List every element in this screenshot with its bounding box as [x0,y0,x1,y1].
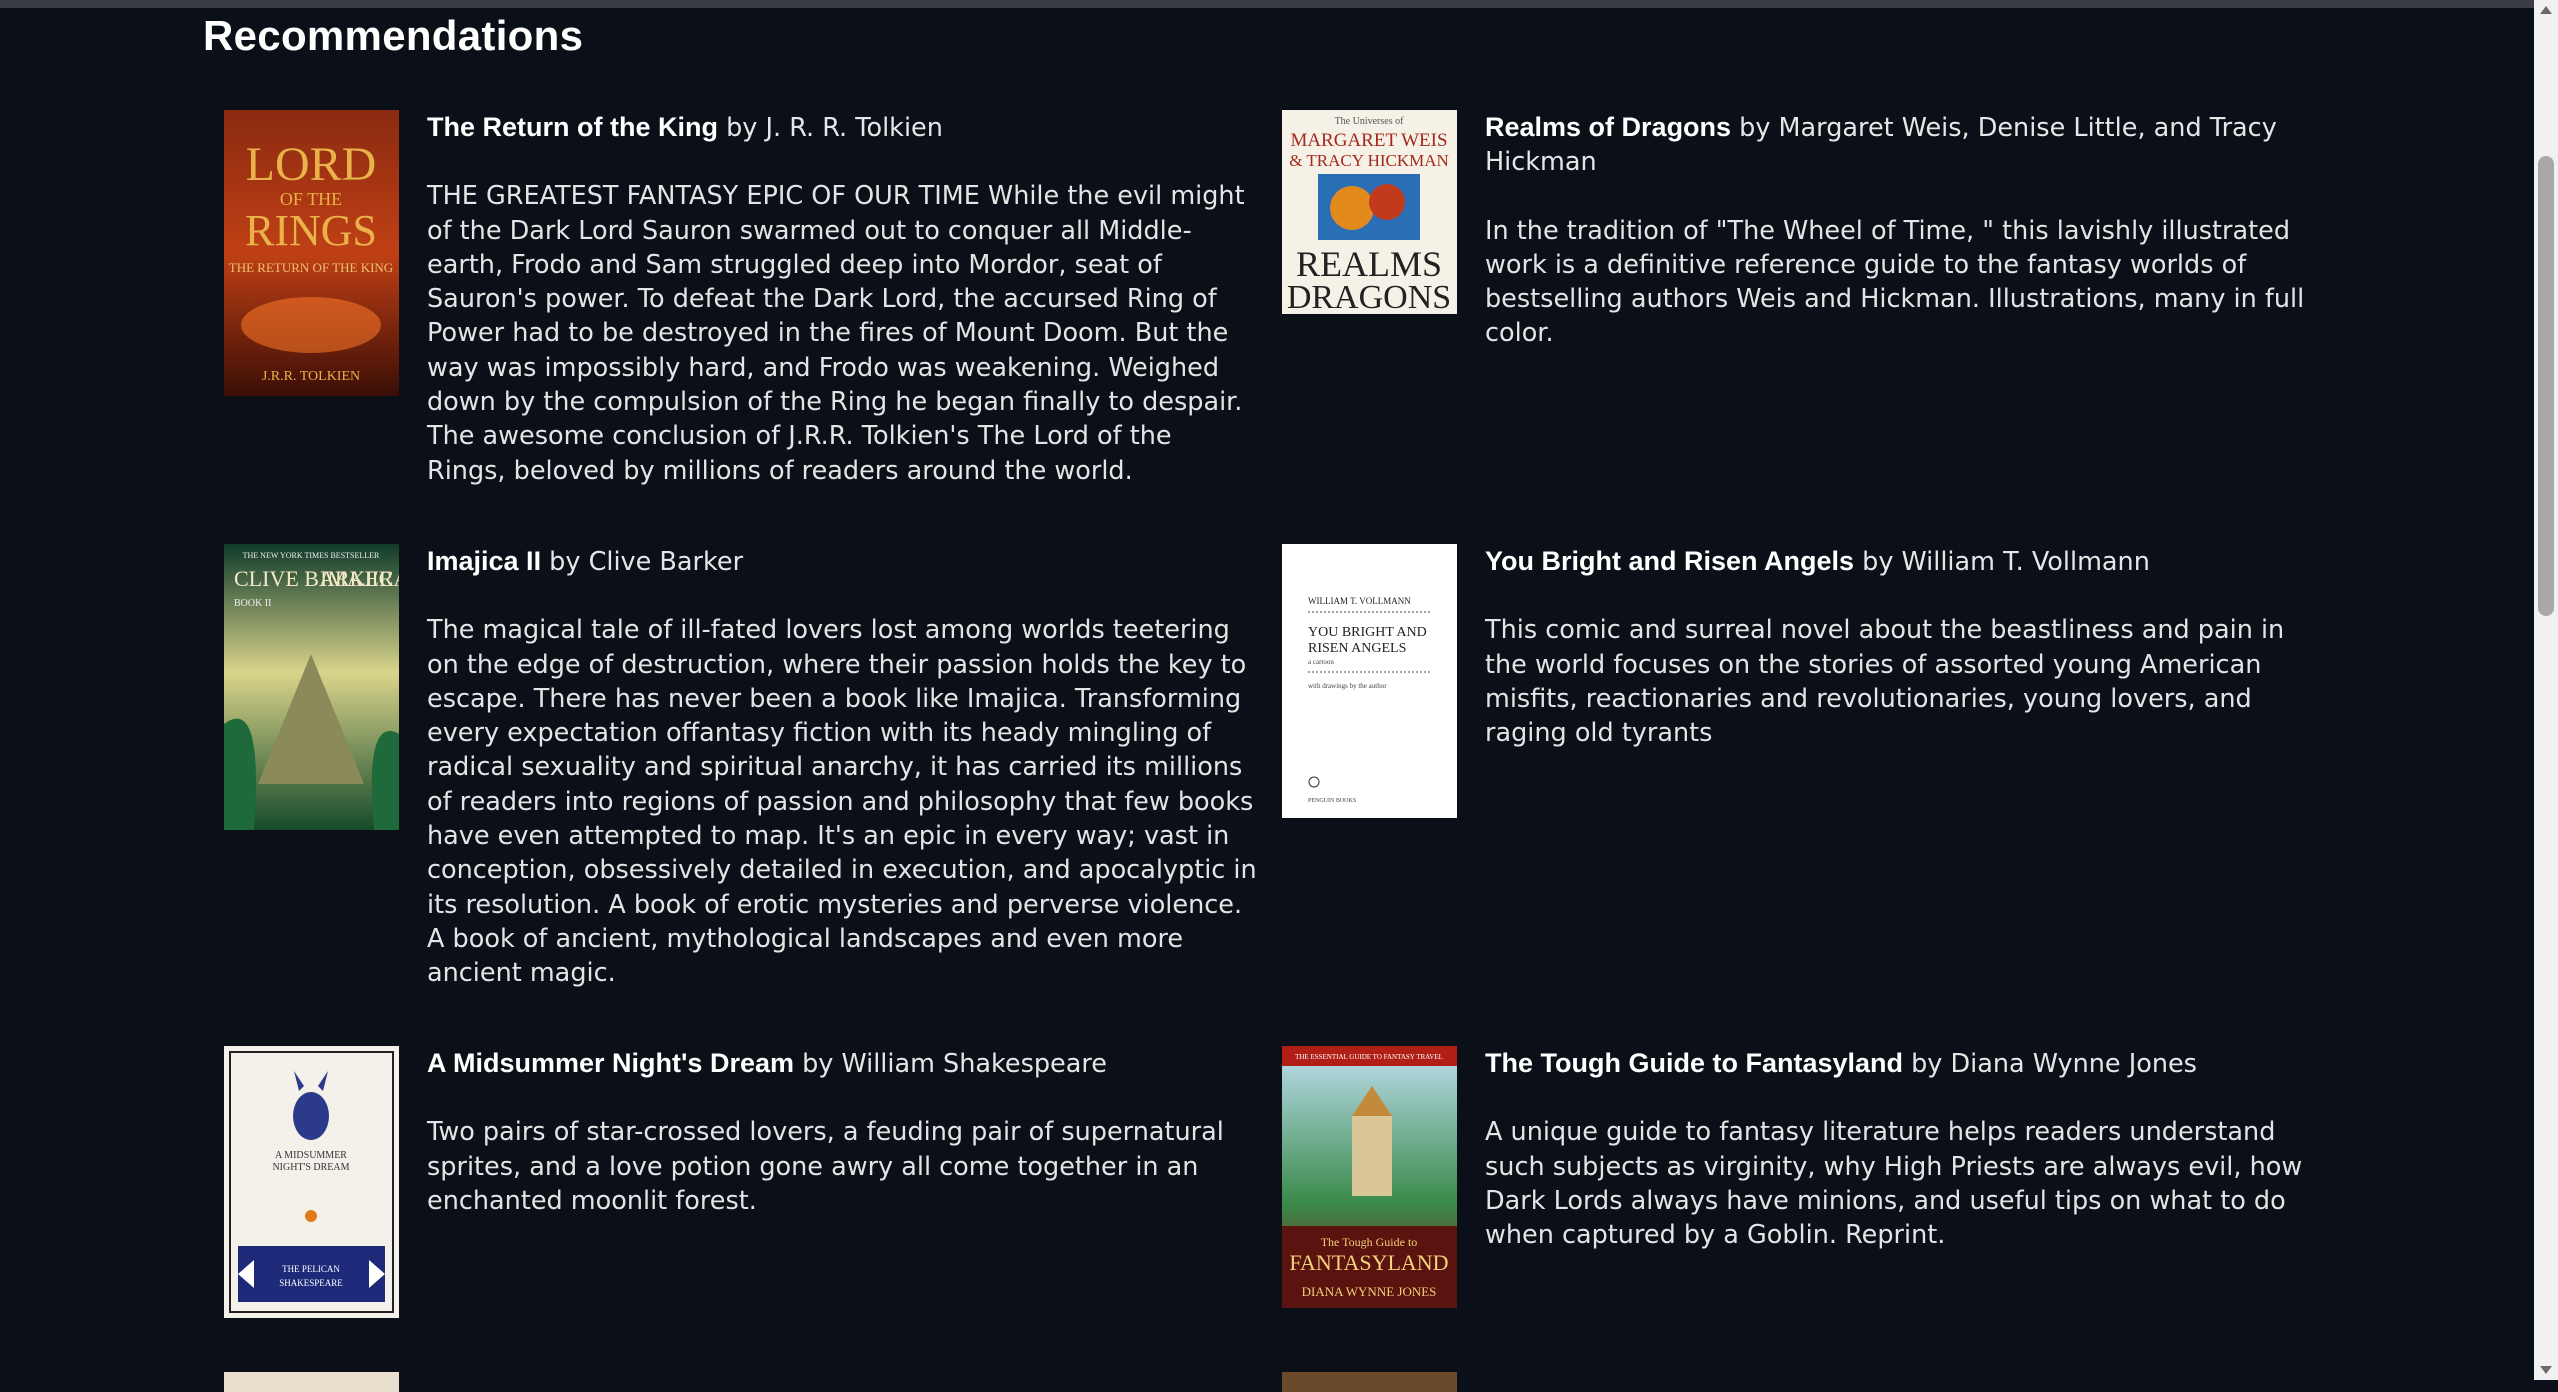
scroll-down-icon[interactable] [2540,1366,2552,1374]
book-cover[interactable]: The Universes of MARGARET WEIS & TRACY H… [1282,110,1457,314]
book-description: Two pairs of star-crossed lovers, a feud… [427,1117,1224,1216]
svg-text:FANTASYLAND: FANTASYLAND [1289,1250,1448,1275]
scrollbar[interactable] [2534,0,2558,1380]
svg-text:The Tough Guide to: The Tough Guide to [1321,1235,1418,1249]
book-description: This comic and surreal novel about the b… [1485,615,2285,749]
cover-text: RINGS [245,206,377,255]
book-title-link[interactable]: The Return of the King [427,112,718,142]
book-cover[interactable] [1282,1372,1457,1392]
svg-text:SHAKESPEARE: SHAKESPEARE [279,1278,343,1288]
svg-text:BOOK II: BOOK II [234,598,272,609]
svg-text:with drawings by the author: with drawings by the author [1308,682,1387,690]
book-description: In the tradition of "The Wheel of Time, … [1485,215,2305,349]
book-title-link[interactable]: Realms of Dragons [1485,112,1731,142]
scroll-up-icon[interactable] [2540,6,2552,14]
book-cover[interactable]: THE NEW YORK TIMES BESTSELLER CLIVE BARK… [224,544,399,830]
svg-text:a cartoon: a cartoon [1308,658,1334,666]
svg-text:PENGUIN BOOKS: PENGUIN BOOKS [1308,798,1356,804]
svg-text:The Universes of: The Universes of [1335,116,1405,127]
svg-text:DIANA WYNNE JONES: DIANA WYNNE JONES [1302,1284,1437,1299]
book-cover[interactable]: THE ESSENTIAL GUIDE TO FANTASY TRAVEL Th… [1282,1046,1457,1308]
svg-text:IMAJICA: IMAJICA [320,566,399,591]
book-author: by J. R. R. Tolkien [717,113,943,143]
page-title: Recommendations [203,12,584,59]
book-title-link[interactable]: Imajica II [427,546,541,576]
book-info: You Bright and Risen Angels by William T… [1485,544,2315,750]
browser-top-edge [0,0,2534,8]
svg-text:& TRACY HICKMAN: & TRACY HICKMAN [1289,151,1449,170]
book-info: A Midsummer Night's Dream by William Sha… [427,1046,1257,1218]
svg-text:MARGARET WEIS: MARGARET WEIS [1290,130,1447,151]
cover-text: J.R.R. TOLKIEN [262,369,360,384]
book-title-link[interactable]: You Bright and Risen Angels [1485,546,1854,576]
svg-text:NIGHT'S DREAM: NIGHT'S DREAM [272,1162,349,1173]
book-cover[interactable] [224,1372,399,1392]
svg-text:THE ESSENTIAL GUIDE TO FANTASY: THE ESSENTIAL GUIDE TO FANTASY TRAVEL [1295,1053,1443,1061]
book-author: by Clive Barker [541,547,744,577]
svg-text:THE PELICAN: THE PELICAN [282,1264,340,1274]
book-info: Realms of Dragons by Margaret Weis, Deni… [1485,110,2315,351]
book-info: The Tough Guide to Fantasyland by Diana … [1485,1046,2315,1252]
svg-text:RISEN ANGELS: RISEN ANGELS [1308,641,1406,656]
book-author: by Diana Wynne Jones [1903,1049,2197,1079]
book-cover[interactable]: A MIDSUMMER NIGHT'S DREAM THE PELICAN SH… [224,1046,399,1318]
book-title-link[interactable]: The Tough Guide to Fantasyland [1485,1048,1903,1078]
svg-text:THE NEW YORK TIMES BESTSELLER: THE NEW YORK TIMES BESTSELLER [243,551,380,560]
book-info: Imajica II by Clive Barker The magical t… [427,544,1257,991]
book-info: The Return of the King by J. R. R. Tolki… [427,110,1257,488]
book-author: by William T. Vollmann [1854,547,2150,577]
svg-text:A MIDSUMMER: A MIDSUMMER [275,1150,347,1161]
book-description: The magical tale of ill-fated lovers los… [427,615,1257,989]
svg-text:WILLIAM T. VOLLMANN: WILLIAM T. VOLLMANN [1308,596,1411,606]
cover-text: LORD [246,138,377,191]
cover-text: THE RETURN OF THE KING [229,260,393,275]
scrollbar-thumb[interactable] [2538,156,2554,616]
book-title-link[interactable]: A Midsummer Night's Dream [427,1048,794,1078]
book-author: by William Shakespeare [794,1049,1107,1079]
book-description: THE GREATEST FANTASY EPIC OF OUR TIME Wh… [427,181,1245,486]
svg-text:DRAGONS: DRAGONS [1287,279,1451,314]
book-description: A unique guide to fantasy literature hel… [1485,1117,2303,1251]
svg-text:YOU BRIGHT AND: YOU BRIGHT AND [1308,625,1427,640]
svg-text:REALMS: REALMS [1296,244,1442,284]
book-cover[interactable]: WILLIAM T. VOLLMANN YOU BRIGHT AND RISEN… [1282,544,1457,818]
book-cover[interactable]: LORD OF THE RINGS THE RETURN OF THE KING… [224,110,399,396]
